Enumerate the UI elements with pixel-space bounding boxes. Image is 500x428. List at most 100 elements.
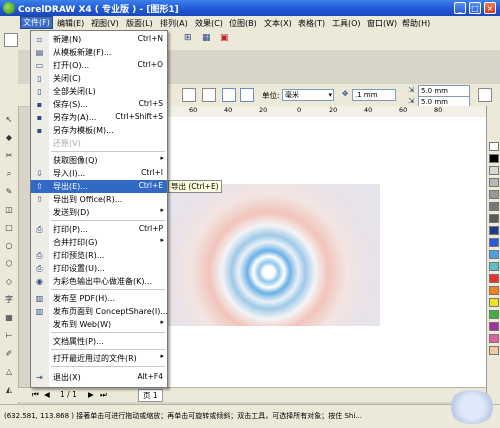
print-icon: ⎙ [36, 225, 43, 234]
palette-swatch[interactable] [489, 166, 499, 175]
minimize-button[interactable]: _ [454, 2, 466, 14]
menu-item-prepare-output[interactable]: ◉ 为彩色输出中心做准备(K)... [31, 275, 167, 288]
basic-shapes-icon[interactable]: ◇ [3, 276, 15, 288]
menu-text[interactable]: 文本(X) [264, 18, 292, 29]
all-pages-icon[interactable] [222, 88, 236, 102]
menu-item-new[interactable]: ▫ 新建(N) Ctrl+N [31, 33, 167, 46]
menu-item-print-merge[interactable]: 合并打印(G) ▸ [31, 236, 167, 249]
radial-blur-bitmap[interactable] [166, 184, 380, 326]
menu-help[interactable]: 帮助(H) [402, 18, 430, 29]
options-icon[interactable] [478, 88, 492, 102]
text-tool-icon[interactable]: 字 [3, 294, 15, 306]
last-page-icon[interactable]: ⏭ [100, 390, 107, 400]
menu-item-document-properties[interactable]: 文档属性(P)... [31, 335, 167, 348]
menu-edit[interactable]: 编辑(E) [57, 18, 84, 29]
save-template-icon: ▪ [36, 126, 43, 135]
palette-swatch[interactable] [489, 274, 499, 283]
page-tab[interactable]: 页 1 [138, 389, 163, 402]
menu-item-save-as[interactable]: ▪ 另存为(A)... Ctrl+Shift+S [31, 111, 167, 124]
polygon-tool-icon[interactable]: ⬡ [3, 258, 15, 270]
office-export-icon: ⇧ [36, 195, 43, 204]
menu-item-conceptshare[interactable]: ▥ 发布页面到 ConceptShare(I)... [31, 305, 168, 318]
palette-swatch[interactable] [489, 226, 499, 235]
palette-swatch[interactable] [489, 154, 499, 163]
menu-item-close-all[interactable]: ▯ 全部关闭(L) [31, 85, 167, 98]
menu-window[interactable]: 窗口(W) [367, 18, 397, 29]
prev-page-icon[interactable]: ◀ [44, 390, 50, 399]
palette-swatch[interactable] [489, 142, 499, 151]
menu-view[interactable]: 视图(V) [91, 18, 119, 29]
submenu-arrow-icon: ▸ [160, 352, 164, 360]
palette-swatch[interactable] [489, 202, 499, 211]
eyedropper-tool-icon[interactable]: ✐ [3, 348, 15, 360]
palette-swatch[interactable] [489, 346, 499, 355]
zoom-tool-icon[interactable]: ⌕ [3, 168, 15, 180]
ellipse-tool-icon[interactable]: ○ [3, 240, 15, 252]
palette-swatch[interactable] [489, 310, 499, 319]
fill-tool-icon[interactable]: ◭ [3, 384, 15, 396]
menu-tools[interactable]: 工具(O) [332, 18, 361, 29]
menu-item-open[interactable]: ▭ 打开(O)... Ctrl+O [31, 59, 167, 72]
palette-swatch[interactable] [489, 298, 499, 307]
palette-swatch[interactable] [489, 262, 499, 271]
palette-swatch[interactable] [489, 286, 499, 295]
coreldraw-logo-icon [3, 2, 15, 14]
menu-table[interactable]: 表格(T) [298, 18, 325, 29]
dimension-tool-icon[interactable]: ⊢ [3, 330, 15, 342]
table-tool-icon[interactable]: ▦ [3, 312, 15, 324]
rectangle-tool-icon[interactable]: □ [3, 222, 15, 234]
landscape-icon[interactable] [202, 88, 216, 102]
menu-item-print-setup[interactable]: ⎙ 打印设置(U)... [31, 262, 167, 275]
nudge-field[interactable]: .1 mm [352, 89, 396, 101]
menu-item-send-to[interactable]: 发送到(D) ▸ [31, 206, 167, 219]
menu-bitmaps[interactable]: 位图(B) [229, 18, 257, 29]
palette-swatch[interactable] [489, 214, 499, 223]
menu-item-print[interactable]: ⎙ 打印(P)... Ctrl+P [31, 223, 167, 236]
menu-item-save[interactable]: ▪ 保存(S)... Ctrl+S [31, 98, 167, 111]
menu-item-acquire-image[interactable]: 获取图像(Q) ▸ [31, 154, 167, 167]
menu-layout[interactable]: 版面(L) [126, 18, 153, 29]
menu-item-print-preview[interactable]: ⎙ 打印预览(R)... [31, 249, 167, 262]
watermark-logo [448, 390, 496, 424]
shape-tool-icon[interactable]: ◆ [3, 132, 15, 144]
current-page-icon[interactable] [240, 88, 254, 102]
maximize-button[interactable]: □ [469, 2, 481, 14]
menu-item-export-office[interactable]: ⇧ 导出到 Office(R)... [31, 193, 167, 206]
menu-item-publish-web[interactable]: 发布到 Web(W) ▸ [31, 318, 167, 331]
smart-fill-icon[interactable]: ◫ [3, 204, 15, 216]
freehand-tool-icon[interactable]: ✎ [3, 186, 15, 198]
menu-file[interactable]: 文件(F) [20, 16, 53, 29]
menu-effects[interactable]: 效果(C) [195, 18, 223, 29]
units-select[interactable]: 毫米 ▾ [282, 89, 334, 101]
menu-item-recent-files[interactable]: 打开最近用过的文件(R) ▸ [31, 352, 167, 365]
status-text: (632.581, 113.868 ) 接著单击可进行拖动或缩放；再单击可旋转或… [4, 412, 362, 420]
menu-item-save-as-template[interactable]: ▪ 另存为模板(M)... [31, 124, 167, 137]
menu-item-exit[interactable]: ⇥ 退出(X) Alt+F4 [31, 371, 167, 384]
menu-item-import[interactable]: ⇩ 导入(I)... Ctrl+I [31, 167, 167, 180]
palette-swatch[interactable] [489, 178, 499, 187]
crop-tool-icon[interactable]: ✂ [3, 150, 15, 162]
palette-swatch[interactable] [489, 238, 499, 247]
export-icon: ⇧ [36, 182, 43, 191]
nudge-value: .1 mm [355, 91, 378, 99]
portrait-icon[interactable] [182, 88, 196, 102]
palette-swatch[interactable] [489, 250, 499, 259]
first-page-icon[interactable]: ⏮ [32, 390, 39, 400]
new-doc-icon[interactable] [4, 33, 18, 47]
status-bar: (632.581, 113.868 ) 接著单击可进行拖动或缩放；再单击可旋转或… [0, 404, 500, 428]
menu-item-new-from-template[interactable]: ▤ 从模板新建(F)... [31, 46, 167, 59]
menu-item-publish-pdf[interactable]: ▥ 发布至 PDF(H)... [31, 292, 167, 305]
palette-swatch[interactable] [489, 190, 499, 199]
palette-swatch[interactable] [489, 334, 499, 343]
close-button[interactable]: × [484, 2, 496, 14]
menu-item-close[interactable]: ▯ 关闭(C) [31, 72, 167, 85]
palette-swatch[interactable] [489, 322, 499, 331]
menu-item-export[interactable]: ⇧ 导出(E)... Ctrl+E [31, 180, 167, 193]
menu-arrange[interactable]: 排列(A) [160, 18, 188, 29]
outline-tool-icon[interactable]: △ [3, 366, 15, 378]
next-page-icon[interactable]: ▶ [88, 390, 94, 399]
pick-tool-icon[interactable]: ↖ [3, 114, 15, 126]
zoom-icon[interactable]: ⊞ [184, 33, 198, 47]
app-launcher-icon[interactable]: ▦ [202, 33, 216, 47]
welcome-screen-icon[interactable]: ▣ [220, 33, 234, 47]
